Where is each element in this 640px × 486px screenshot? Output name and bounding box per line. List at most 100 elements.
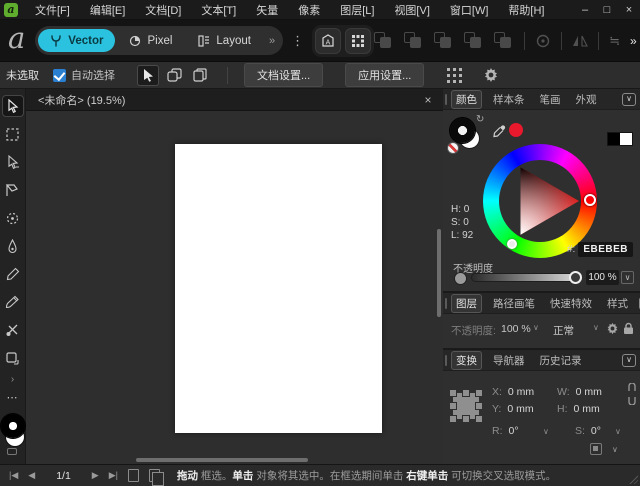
menu-edit[interactable]: 编辑[E] <box>81 0 134 20</box>
tab-layers[interactable]: 图层 <box>451 294 482 313</box>
menu-layer[interactable]: 图层[L] <box>331 0 383 20</box>
tab-vector-brushes[interactable]: 路径画笔 <box>489 295 539 312</box>
panel-collapse-button[interactable]: ∨ <box>622 93 636 106</box>
node-tool[interactable] <box>2 151 24 173</box>
transform-shear-field[interactable]: S:0° <box>575 425 601 437</box>
panel-drag-handle[interactable] <box>445 298 447 309</box>
opacity-value-field[interactable]: 100 % <box>586 270 619 285</box>
tab-history[interactable]: 历史记录 <box>536 352 586 369</box>
tab-swatches[interactable]: 样本条 <box>489 91 529 108</box>
transform-y-field[interactable]: Y:0 mm <box>492 403 534 415</box>
black-swatch[interactable] <box>608 133 620 145</box>
tab-styles[interactable]: 样式 <box>603 295 632 312</box>
active-color-swatches[interactable]: ↻ <box>450 118 486 154</box>
eyedropper-icon[interactable] <box>492 124 507 139</box>
persona-layout[interactable]: Layout <box>186 29 263 52</box>
select-object-mode-button[interactable] <box>137 65 159 86</box>
blend-mode-dropdown-icon[interactable]: ∨ <box>593 323 599 332</box>
auto-select-checkbox[interactable] <box>53 69 66 82</box>
blackwhite-toggle[interactable] <box>608 133 632 145</box>
close-button[interactable]: × <box>618 1 640 19</box>
persona-vector[interactable]: Vector <box>38 29 115 52</box>
pencil-tool[interactable] <box>2 263 24 285</box>
shape-tool[interactable] <box>2 347 24 369</box>
tab-color[interactable]: 颜色 <box>451 90 482 109</box>
horizontal-scrollbar[interactable] <box>26 458 435 463</box>
swap-colors-icon[interactable]: ↻ <box>476 114 484 125</box>
last-page-button[interactable]: ▶| <box>106 470 121 481</box>
menu-text[interactable]: 文本[T] <box>192 0 245 20</box>
pen-tool[interactable] <box>2 235 24 257</box>
toolbar-overflow-icon[interactable]: » <box>630 34 637 48</box>
tool-flyout-arrow-icon[interactable]: › <box>11 374 14 385</box>
opacity-dropdown-icon[interactable]: ∨ <box>621 271 634 284</box>
menu-pixel[interactable]: 像素 <box>289 0 329 20</box>
tab-close-icon[interactable]: × <box>421 93 435 107</box>
move-tool[interactable] <box>2 95 24 117</box>
transform-rotation-field[interactable]: R:0° <box>492 425 519 437</box>
stroke-fill-color-well[interactable] <box>0 414 26 456</box>
place-image-button[interactable]: A <box>315 28 341 54</box>
transform-options-dropdown-icon[interactable]: ∨ <box>612 445 618 454</box>
link-dimensions-icon[interactable] <box>628 383 636 405</box>
document-setup-button[interactable]: 文档设置... <box>244 63 323 87</box>
blend-mode-select[interactable]: 正常 <box>553 323 574 338</box>
tab-stroke[interactable]: 笔画 <box>536 91 565 108</box>
anchor-point-selector[interactable] <box>453 393 479 419</box>
first-page-button[interactable]: |◀ <box>6 470 21 481</box>
menu-document[interactable]: 文档[D] <box>136 0 190 20</box>
vector-brush-tool[interactable] <box>2 291 24 313</box>
select-group-mode-button[interactable] <box>163 65 185 86</box>
white-swatch[interactable] <box>620 133 632 145</box>
document-page[interactable] <box>175 144 382 433</box>
margins-icon[interactable] <box>446 67 463 84</box>
transform-objects-separately-icon[interactable] <box>590 443 602 455</box>
shear-dropdown-icon[interactable]: ∨ <box>615 427 621 436</box>
menu-file[interactable]: 文件[F] <box>26 0 79 20</box>
hue-selector[interactable] <box>584 194 596 206</box>
menu-view[interactable]: 视图[V] <box>385 0 438 20</box>
artboard-tool[interactable] <box>2 123 24 145</box>
tab-appearance[interactable]: 外观 <box>572 91 601 108</box>
tab-quick-fx[interactable]: 快速特效 <box>546 295 596 312</box>
swatches-grid-button[interactable] <box>345 28 371 54</box>
auto-select-option[interactable]: 自动选择 <box>53 67 115 83</box>
opacity-slider[interactable] <box>472 274 577 281</box>
rotation-dropdown-icon[interactable]: ∨ <box>543 427 549 436</box>
minimize-button[interactable]: – <box>574 1 596 19</box>
layer-opacity-value[interactable]: 100 % <box>501 323 531 335</box>
persona-pixel[interactable]: Pixel <box>117 29 184 52</box>
corner-tool[interactable] <box>2 207 24 229</box>
gear-icon[interactable] <box>483 67 499 83</box>
menu-window[interactable]: 窗口[W] <box>441 0 498 20</box>
spread-view-icon[interactable] <box>149 469 160 482</box>
vertical-scrollbar[interactable] <box>437 111 442 464</box>
persona-menu-icon[interactable]: ⋮ <box>291 33 304 49</box>
no-fill-icon[interactable] <box>448 143 458 153</box>
layer-settings-gear-icon[interactable] <box>606 322 619 335</box>
stroke-color-swatch[interactable] <box>1 414 25 438</box>
sl-selector[interactable] <box>507 239 517 249</box>
transform-w-field[interactable]: W:0 mm <box>557 386 602 398</box>
menu-help[interactable]: 帮助[H] <box>499 0 553 20</box>
select-layer-mode-button[interactable] <box>189 65 211 86</box>
tab-transform[interactable]: 变换 <box>451 351 482 370</box>
single-page-view-icon[interactable] <box>128 469 139 482</box>
document-tab[interactable]: <未命名> (19.5%) <box>38 92 125 108</box>
layer-lock-icon[interactable] <box>623 322 634 335</box>
vertical-scrollbar-thumb[interactable] <box>437 229 441 317</box>
window-resize-grip[interactable] <box>628 474 638 484</box>
panel-drag-handle[interactable] <box>445 355 447 366</box>
app-settings-button[interactable]: 应用设置... <box>345 63 424 87</box>
noise-toggle-icon[interactable] <box>455 273 466 284</box>
previous-page-button[interactable]: ◀ <box>25 470 38 481</box>
picked-color-dot[interactable] <box>509 123 523 137</box>
horizontal-scrollbar-thumb[interactable] <box>136 458 308 462</box>
more-tools-icon[interactable]: ⋯ <box>7 391 19 404</box>
opacity-slider-handle[interactable] <box>569 271 582 284</box>
canvas-viewport[interactable] <box>26 111 443 464</box>
transform-h-field[interactable]: H:0 mm <box>557 403 600 415</box>
hsl-color-wheel[interactable] <box>483 144 597 258</box>
stroke-color-swatch[interactable] <box>450 118 475 143</box>
next-page-button[interactable]: ▶ <box>89 470 102 481</box>
